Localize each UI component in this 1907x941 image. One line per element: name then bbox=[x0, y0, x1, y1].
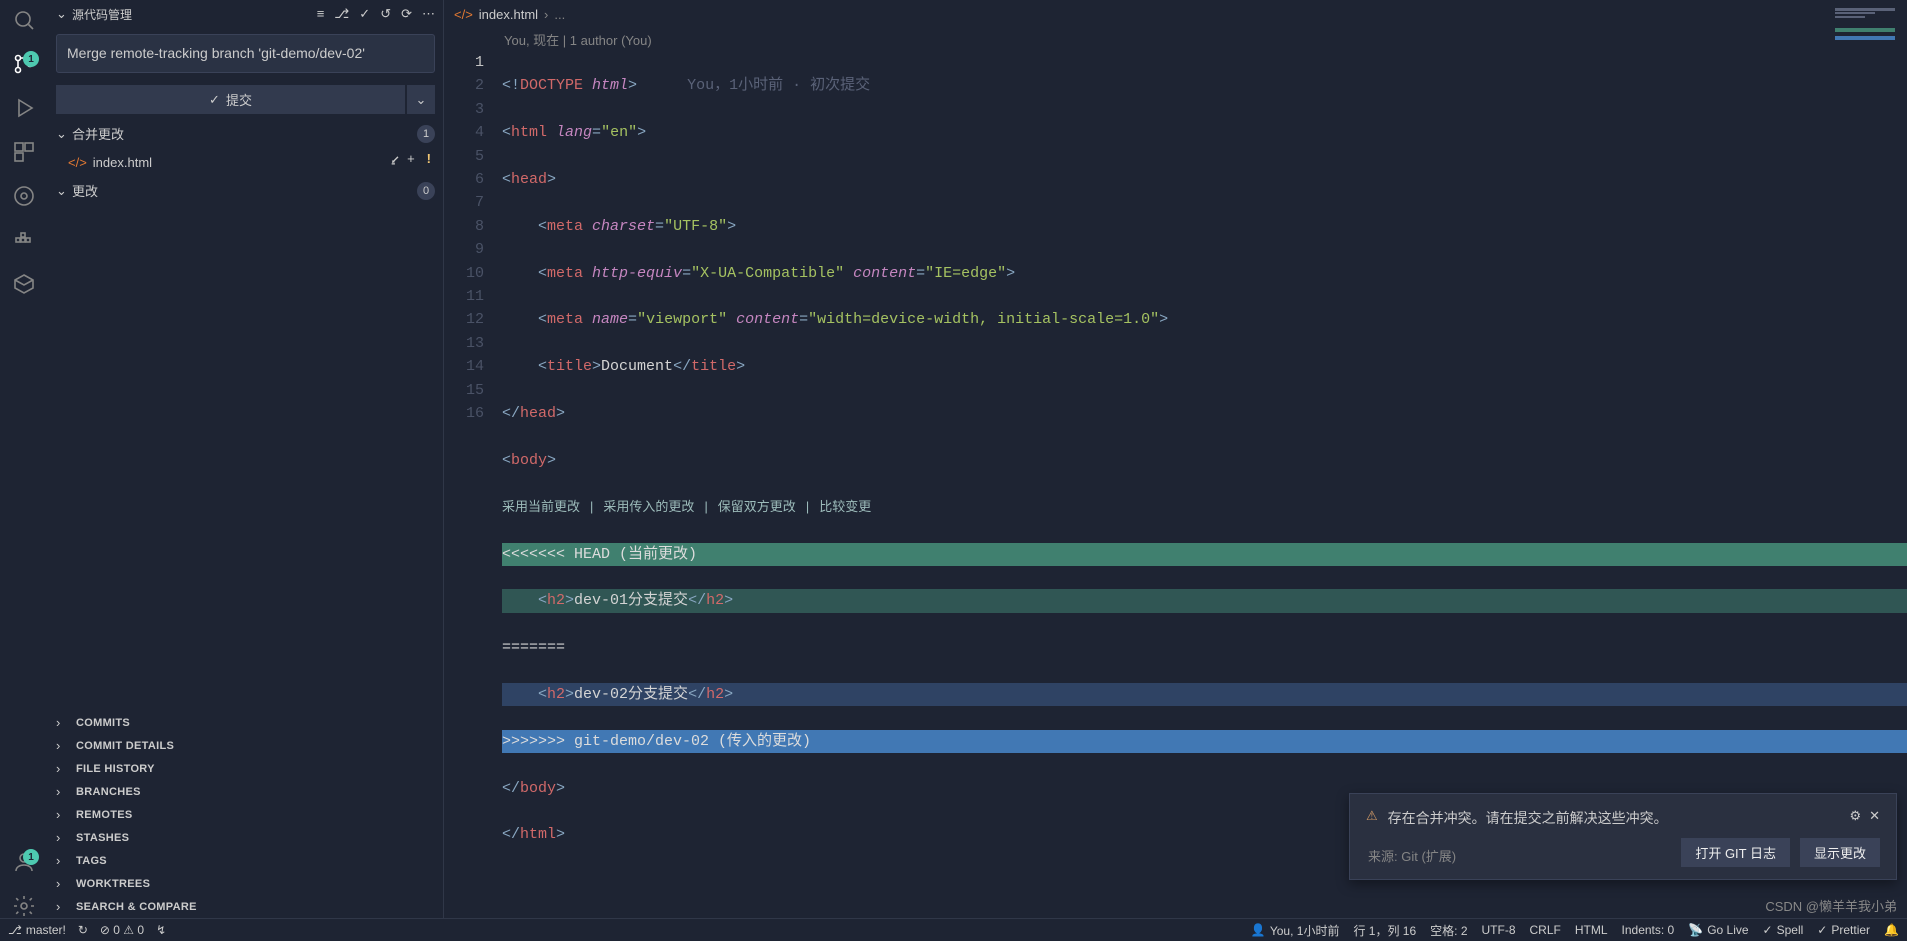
inline-blame: You，1小时前 · 初次提交 bbox=[687, 77, 870, 94]
extensions-icon[interactable] bbox=[12, 140, 36, 164]
panel-search-compare[interactable]: ›SEARCH & COMPARE bbox=[48, 895, 443, 918]
panel-commits[interactable]: ›COMMITS bbox=[48, 711, 443, 734]
close-icon[interactable]: ✕ bbox=[1869, 808, 1880, 824]
panel-worktrees[interactable]: ›WORKTREES bbox=[48, 872, 443, 895]
toast-message: 存在合并冲突。请在提交之前解决这些冲突。 bbox=[1388, 808, 1840, 828]
html-file-icon: </> bbox=[68, 155, 87, 170]
commit-button-label: 提交 bbox=[226, 90, 252, 109]
commit-dropdown[interactable]: ⌄ bbox=[407, 85, 435, 114]
status-blame[interactable]: 👤 You, 1小时前 bbox=[1251, 922, 1340, 939]
history-icon[interactable]: ⟳ bbox=[401, 6, 412, 22]
changes-section[interactable]: ⌄ 更改 0 bbox=[48, 177, 443, 204]
stage-icon[interactable]: + bbox=[407, 151, 415, 173]
file-row[interactable]: </> index.html ⭹ + ! bbox=[48, 147, 443, 177]
status-sync[interactable]: ↻ bbox=[78, 923, 88, 937]
status-prettier[interactable]: ✓ Prettier bbox=[1817, 923, 1870, 937]
status-branch[interactable]: ⎇ master! bbox=[8, 923, 66, 937]
html-file-icon: </> bbox=[454, 7, 473, 22]
file-name: index.html bbox=[93, 155, 385, 170]
status-cursor[interactable]: 行 1，列 16 bbox=[1353, 922, 1416, 939]
line-gutter: 12345678910111213141516 bbox=[444, 51, 502, 918]
commit-message-input[interactable]: Merge remote-tracking branch 'git-demo/d… bbox=[56, 34, 435, 73]
account-icon[interactable]: 1 bbox=[12, 850, 36, 874]
gear-icon[interactable]: ⚙ bbox=[1849, 808, 1861, 824]
checkmark-icon[interactable]: ✓ bbox=[359, 6, 370, 22]
docker-icon[interactable] bbox=[12, 228, 36, 252]
status-encoding[interactable]: UTF-8 bbox=[1482, 923, 1516, 937]
panel-remotes[interactable]: ›REMOTES bbox=[48, 803, 443, 826]
editor-area: </> index.html › ... You, 现在 | 1 author … bbox=[444, 0, 1907, 918]
warning-icon: ⚠ bbox=[1366, 808, 1378, 824]
notification-toast: ⚠ 存在合并冲突。请在提交之前解决这些冲突。 ⚙ ✕ 来源: Git (扩展) … bbox=[1349, 793, 1897, 880]
status-language[interactable]: HTML bbox=[1575, 923, 1608, 937]
statusbar: ⎇ master! ↻ ⊘ 0 ⚠ 0 ↯ 👤 You, 1小时前 行 1，列 … bbox=[0, 918, 1907, 941]
more-icon[interactable]: ⋯ bbox=[422, 6, 435, 22]
debug-icon[interactable] bbox=[12, 96, 36, 120]
search-icon[interactable] bbox=[12, 8, 36, 32]
panel-branches[interactable]: ›BRANCHES bbox=[48, 780, 443, 803]
conflict-incoming-marker: >>>>>>> git-demo/dev-02 (传入的更改) bbox=[502, 730, 1907, 753]
panel-file-history[interactable]: ›FILE HISTORY bbox=[48, 757, 443, 780]
panel-stashes[interactable]: ›STASHES bbox=[48, 826, 443, 849]
status-port[interactable]: ↯ bbox=[156, 923, 166, 937]
status-spell[interactable]: ✓ Spell bbox=[1763, 923, 1804, 937]
sidebar-title: 源代码管理 bbox=[72, 6, 317, 23]
status-spaces[interactable]: 空格: 2 bbox=[1430, 922, 1467, 939]
panel-list: ›COMMITS ›COMMIT DETAILS ›FILE HISTORY ›… bbox=[48, 711, 443, 918]
status-golive[interactable]: 📡 Go Live bbox=[1688, 923, 1748, 937]
panel-commit-details[interactable]: ›COMMIT DETAILS bbox=[48, 734, 443, 757]
source-control-icon[interactable]: 1 bbox=[12, 52, 36, 76]
conflict-codelens[interactable]: 采用当前更改 | 采用传入的更改 | 保留双方更改 | 比较变更 bbox=[502, 496, 1907, 519]
view-tree-icon[interactable]: ≡ bbox=[317, 6, 325, 22]
merge-changes-section[interactable]: ⌄ 合并更改 1 bbox=[48, 120, 443, 147]
refresh-icon[interactable]: ↺ bbox=[380, 6, 391, 22]
chevron-down-icon[interactable]: ⌄ bbox=[56, 6, 72, 22]
code-content[interactable]: <!DOCTYPE html>You，1小时前 · 初次提交 <html lan… bbox=[502, 51, 1907, 918]
chevron-down-icon: ⌄ bbox=[56, 126, 72, 142]
sidebar-header: ⌄ 源代码管理 ≡ ⎇ ✓ ↺ ⟳ ⋯ bbox=[48, 0, 443, 28]
open-file-icon[interactable]: ⭹ bbox=[391, 151, 399, 173]
status-eol[interactable]: CRLF bbox=[1530, 923, 1561, 937]
status-problems[interactable]: ⊘ 0 ⚠ 0 bbox=[100, 923, 144, 937]
status-indents[interactable]: Indents: 0 bbox=[1622, 923, 1675, 937]
crumb-more: ... bbox=[554, 7, 565, 22]
section-label: 合并更改 bbox=[72, 124, 417, 143]
account-badge: 1 bbox=[23, 849, 39, 865]
commit-button[interactable]: ✓ 提交 bbox=[56, 85, 405, 114]
conflict-head-marker: <<<<<<< HEAD (当前更改) bbox=[502, 543, 1907, 566]
panel-tags[interactable]: ›TAGS bbox=[48, 849, 443, 872]
breadcrumb[interactable]: </> index.html › ... bbox=[444, 0, 1907, 28]
code-editor[interactable]: 12345678910111213141516 <!DOCTYPE html>Y… bbox=[444, 51, 1907, 918]
branch-icon[interactable]: ⎇ bbox=[334, 6, 349, 22]
scm-badge: 1 bbox=[23, 51, 39, 67]
activity-bar: 1 1 bbox=[0, 0, 48, 918]
count-badge: 1 bbox=[417, 125, 435, 143]
settings-gear-icon[interactable] bbox=[12, 894, 36, 918]
gitlens-icon[interactable] bbox=[12, 184, 36, 208]
tab-filename: index.html bbox=[479, 7, 538, 22]
chevron-down-icon: ⌄ bbox=[56, 183, 72, 199]
gitlens-author-line: You, 现在 | 1 author (You) bbox=[444, 28, 1907, 51]
section-label: 更改 bbox=[72, 181, 417, 200]
conflict-status-icon: ! bbox=[427, 151, 431, 173]
show-changes-button[interactable]: 显示更改 bbox=[1800, 838, 1880, 867]
open-git-log-button[interactable]: 打开 GIT 日志 bbox=[1681, 838, 1790, 867]
status-bell-icon[interactable]: 🔔 bbox=[1884, 923, 1899, 937]
sidebar: ⌄ 源代码管理 ≡ ⎇ ✓ ↺ ⟳ ⋯ Merge remote-trackin… bbox=[48, 0, 444, 918]
package-icon[interactable] bbox=[12, 272, 36, 296]
watermark: CSDN @懒羊羊我小弟 bbox=[1765, 896, 1897, 915]
count-badge: 0 bbox=[417, 182, 435, 200]
conflict-separator: ======= bbox=[502, 636, 1907, 659]
